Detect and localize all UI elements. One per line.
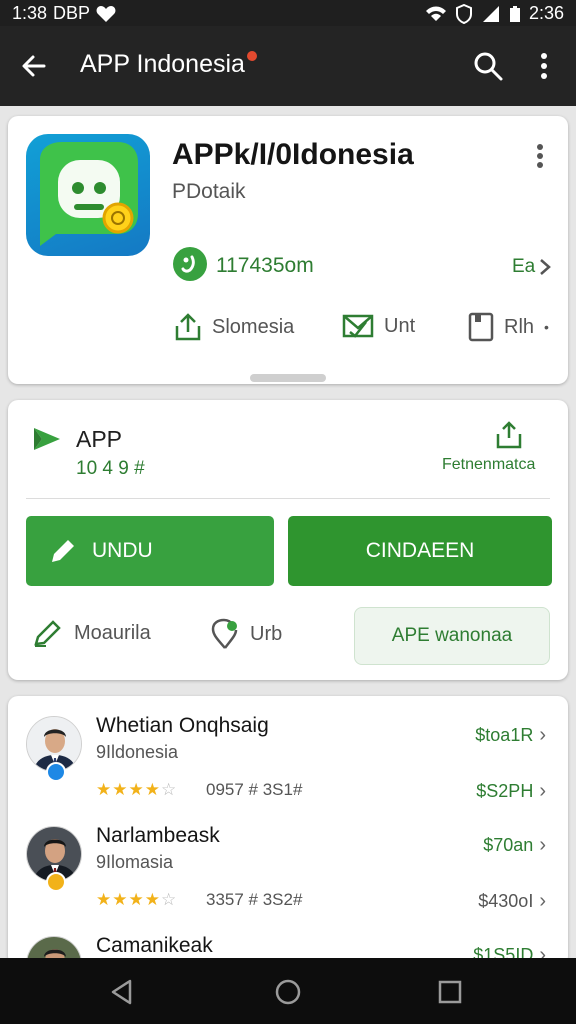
- install-card: APP 10 4 9 # Fetnenmatca UNDU CINDAEEN M…: [8, 400, 568, 680]
- review-meta: 3357 # 3S2#: [206, 890, 303, 909]
- app-bar-title-wrap: APP Indonesia: [80, 50, 257, 79]
- review-price-label: $70an: [483, 835, 534, 855]
- app-developer[interactable]: PDotaik: [172, 180, 246, 204]
- install-title: APP: [76, 426, 123, 452]
- download-button-label: UNDU: [92, 539, 153, 562]
- rating-value: 117435om: [216, 254, 314, 277]
- shield-icon: [455, 3, 472, 24]
- drag-handle[interactable]: [250, 374, 326, 382]
- notification-dot: [246, 50, 257, 61]
- bullet-dot: •: [544, 319, 549, 335]
- chevron-right-icon: ›: [539, 724, 546, 746]
- action-bookmark-label: Rlh: [504, 315, 535, 338]
- mail-check-icon: [342, 314, 374, 338]
- action-bookmark[interactable]: Rlh •: [468, 312, 549, 342]
- nav-home-icon[interactable]: [274, 978, 302, 1006]
- app-bar: APP Indonesia: [0, 26, 576, 106]
- review-price-secondary[interactable]: $430oI ›: [478, 890, 546, 913]
- location-pin-icon: [211, 618, 238, 649]
- action-mail[interactable]: Unt: [342, 312, 415, 340]
- review-name: Whetian Onqhsaig: [96, 714, 269, 737]
- rating-more-label: Ea: [512, 256, 536, 277]
- overflow-menu-icon[interactable]: [530, 50, 558, 82]
- status-bar: 1:38 DBP 2:36: [0, 0, 576, 26]
- edit-pencil-icon: [34, 620, 61, 647]
- edit-action[interactable]: Moaurila: [32, 618, 151, 648]
- back-arrow-icon[interactable]: [18, 50, 50, 82]
- pencil-icon: [52, 540, 74, 562]
- share-icon[interactable]: [494, 420, 524, 450]
- location-action-label: Urb: [250, 622, 283, 645]
- chevron-right-icon: ›: [539, 780, 546, 802]
- list-item[interactable]: Whetian Onqhsaig 9Ildonesia ★★★★☆ 0957 #…: [8, 696, 568, 806]
- wifi-icon: [425, 6, 446, 21]
- upload-icon: [175, 313, 201, 341]
- heart-icon: [96, 5, 116, 22]
- star-rating: ★★★★☆: [96, 780, 178, 799]
- review-price-label: $toa1R: [475, 725, 534, 745]
- review-price-secondary[interactable]: $S2PH ›: [476, 780, 546, 803]
- system-nav-bar: [0, 958, 576, 1024]
- review-price[interactable]: $toa1R ›: [475, 724, 546, 747]
- review-price[interactable]: $70an ›: [483, 834, 546, 857]
- list-item[interactable]: Narlambeask 9Ilomasia ★★★★☆ 3357 # 3S2# …: [8, 806, 568, 916]
- secondary-button[interactable]: CINDAEEN: [288, 516, 552, 586]
- chevron-right-icon: [540, 259, 552, 275]
- play-arrow-icon: [34, 428, 60, 450]
- rating-badge-icon: [173, 247, 207, 281]
- signal-icon: [482, 5, 499, 22]
- app-info-card: APPk/I/0Idonesia PDotaik 117435om Ea Slo…: [8, 116, 568, 384]
- app-logo-icon: [26, 134, 150, 256]
- review-name: Camanikeak: [96, 934, 213, 957]
- review-location: 9Ilomasia: [96, 852, 174, 872]
- rating-more-link[interactable]: Ea: [512, 256, 552, 278]
- status-clock-right: 2:36: [528, 3, 564, 23]
- nav-back-icon[interactable]: [108, 978, 136, 1006]
- reviews-card: Whetian Onqhsaig 9Ildonesia ★★★★☆ 0957 #…: [8, 696, 568, 966]
- review-price-secondary-label: $430oI: [478, 891, 534, 911]
- search-icon[interactable]: [472, 50, 504, 82]
- edit-action-label: Moaurila: [74, 621, 151, 644]
- app-name: APPk/I/0Idonesia: [172, 138, 414, 171]
- secondary-button-label: CINDAEEN: [365, 539, 475, 562]
- bookmark-icon: [468, 312, 494, 342]
- app-bar-title: APP Indonesia: [80, 50, 245, 78]
- review-name: Narlambeask: [96, 824, 220, 847]
- review-meta: 0957 # 3S1#: [206, 780, 303, 799]
- action-mail-label: Unt: [384, 314, 416, 337]
- review-location: 9Ildonesia: [96, 742, 179, 762]
- status-time: 1:38: [12, 3, 48, 23]
- install-count: 10 4 9 #: [76, 458, 145, 479]
- tonal-button[interactable]: APE wanonaa: [354, 607, 550, 665]
- nav-recents-icon[interactable]: [436, 978, 464, 1006]
- review-price-secondary-label: $S2PH: [476, 781, 534, 801]
- tonal-button-label: APE wanonaa: [391, 625, 513, 646]
- verified-badge-icon: [46, 762, 66, 782]
- chevron-right-icon: ›: [539, 890, 546, 912]
- chevron-right-icon: ›: [539, 834, 546, 856]
- verified-badge-icon: [46, 872, 66, 892]
- share-label[interactable]: Fetnenmatca: [442, 456, 535, 474]
- card-overflow-icon[interactable]: [532, 142, 548, 170]
- divider: [26, 498, 550, 499]
- battery-icon: [509, 5, 520, 22]
- action-upload-label: Slomesia: [212, 315, 295, 338]
- status-carrier: DBP: [53, 3, 91, 23]
- download-button[interactable]: UNDU: [26, 516, 274, 586]
- star-rating: ★★★★☆: [96, 890, 178, 909]
- action-upload[interactable]: Slomesia: [174, 312, 294, 342]
- location-action[interactable]: Urb: [210, 618, 282, 650]
